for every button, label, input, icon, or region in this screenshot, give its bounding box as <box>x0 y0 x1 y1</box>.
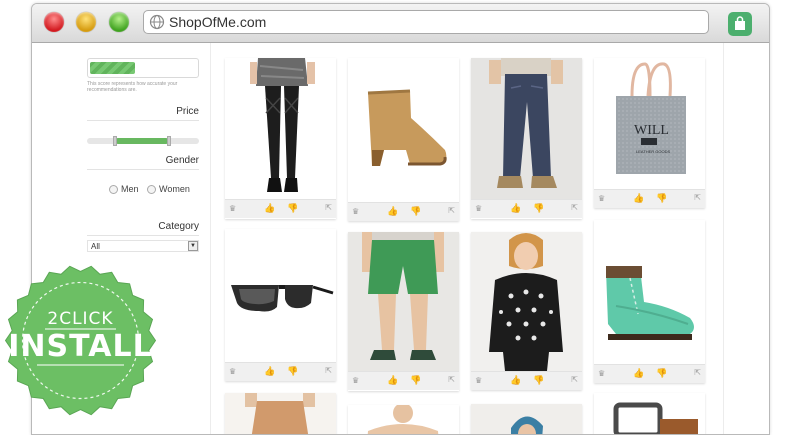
card-action-bar: ♛ 👍 👎 ⇱ <box>471 371 582 390</box>
crown-icon[interactable]: ♛ <box>229 204 236 213</box>
globe-icon <box>149 14 165 30</box>
close-window-button[interactable] <box>44 12 64 32</box>
thumbs-up-icon[interactable]: 👍 <box>264 203 275 214</box>
share-icon[interactable]: ⇱ <box>325 203 332 212</box>
product-image <box>348 405 459 434</box>
crown-icon[interactable]: ♛ <box>352 207 359 216</box>
product-image <box>471 58 582 199</box>
product-card-dark-jeans-man[interactable]: ♛ 👍 👎 ⇱ <box>471 58 582 219</box>
product-card-green-shorts-man[interactable]: ♛ 👍 👎 ⇱ <box>348 232 459 391</box>
product-card-tan-wedge-boots[interactable]: ♛ 👍 👎 ⇱ <box>348 58 459 221</box>
crown-icon[interactable]: ♛ <box>229 367 236 376</box>
card-action-bar: ♛ 👍 👎 ⇱ <box>348 371 459 390</box>
crown-icon[interactable]: ♛ <box>598 369 605 378</box>
crown-icon[interactable]: ♛ <box>598 194 605 203</box>
card-action-bar: ♛ 👍 👎 ⇱ <box>225 362 336 381</box>
product-card-skirt-tights-outfit[interactable]: ♛ 👍 👎 ⇱ <box>225 58 336 219</box>
product-card-grey-tote-bag[interactable]: WILL LEATHER GOODS ♛ 👍 👎 ⇱ <box>594 58 705 208</box>
thumbs-down-icon[interactable]: 👎 <box>287 366 298 377</box>
thumbs-up-icon[interactable]: 👍 <box>633 368 644 379</box>
gender-radio-women[interactable]: Women <box>147 184 190 195</box>
chevron-down-icon: ▼ <box>188 241 198 251</box>
thumbs-down-icon[interactable]: 👎 <box>656 193 667 204</box>
gender-radio-men[interactable]: Men <box>109 184 139 195</box>
thumbs-down-icon[interactable]: 👎 <box>410 206 421 217</box>
thumbs-down-icon[interactable]: 👎 <box>410 375 421 386</box>
share-icon[interactable]: ⇱ <box>325 366 332 375</box>
product-image <box>225 393 336 434</box>
svg-text:WILL: WILL <box>634 123 669 138</box>
product-grid: ♛ 👍 👎 ⇱ ♛ 👍 👎 ⇱ ♛ 👍 👎 ⇱ WILL LEATHER GOO… <box>210 43 724 434</box>
card-action-bar: ♛ 👍 👎 ⇱ <box>594 364 705 383</box>
price-min-handle[interactable] <box>113 136 117 146</box>
thumbs-up-icon[interactable]: 👍 <box>264 366 275 377</box>
shopping-bag-extension-icon[interactable] <box>728 12 752 36</box>
product-image <box>594 220 705 364</box>
card-action-bar: ♛ 👍 👎 ⇱ <box>225 199 336 218</box>
thumbs-up-icon[interactable]: 👍 <box>387 206 398 217</box>
browser-titlebar: ShopOfMe.com <box>32 4 769 43</box>
category-select[interactable]: All ▼ <box>87 240 199 252</box>
product-image <box>225 58 336 199</box>
badge-line1: 2CLICK <box>47 309 114 329</box>
product-image <box>471 232 582 371</box>
share-icon[interactable]: ⇱ <box>571 375 578 384</box>
share-icon[interactable]: ⇱ <box>571 203 578 212</box>
crown-icon[interactable]: ♛ <box>475 376 482 385</box>
address-bar[interactable]: ShopOfMe.com <box>143 10 709 34</box>
minimize-window-button[interactable] <box>76 12 96 32</box>
thumbs-up-icon[interactable]: 👍 <box>510 375 521 386</box>
product-card-black-dotted-sweater[interactable]: ♛ 👍 👎 ⇱ <box>471 232 582 390</box>
product-image <box>348 58 459 202</box>
install-badge[interactable]: 2CLICK INSTALL <box>4 265 157 416</box>
score-note: This score represents how accurate your … <box>87 81 178 93</box>
share-icon[interactable]: ⇱ <box>694 193 701 202</box>
accuracy-score-bar <box>87 58 199 78</box>
product-image <box>348 232 459 371</box>
product-card-partial[interactable] <box>471 404 582 434</box>
thumbs-up-icon[interactable]: 👍 <box>633 193 644 204</box>
zoom-window-button[interactable] <box>109 12 129 32</box>
thumbs-up-icon[interactable]: 👍 <box>387 375 398 386</box>
product-card-black-sunglasses[interactable]: ♛ 👍 👎 ⇱ <box>225 229 336 381</box>
product-card-partial[interactable] <box>225 393 336 434</box>
product-card-partial[interactable] <box>348 405 459 434</box>
thumbs-down-icon[interactable]: 👎 <box>287 203 298 214</box>
card-action-bar: ♛ 👍 👎 ⇱ <box>471 199 582 218</box>
price-max-handle[interactable] <box>167 136 171 146</box>
product-image <box>225 229 336 362</box>
product-image: WILL LEATHER GOODS <box>594 58 705 189</box>
category-heading: Category <box>87 221 199 236</box>
product-image <box>471 404 582 434</box>
price-slider[interactable] <box>87 136 199 146</box>
thumbs-down-icon[interactable]: 👎 <box>533 375 544 386</box>
price-heading: Price <box>87 106 199 121</box>
url-text: ShopOfMe.com <box>169 14 267 30</box>
product-image <box>594 393 705 434</box>
share-icon[interactable]: ⇱ <box>694 368 701 377</box>
thumbs-down-icon[interactable]: 👎 <box>533 203 544 214</box>
product-card-partial[interactable] <box>594 393 705 434</box>
product-card-mint-hiking-boots[interactable]: ♛ 👍 👎 ⇱ <box>594 220 705 383</box>
thumbs-up-icon[interactable]: 👍 <box>510 203 521 214</box>
gender-heading: Gender <box>87 155 199 170</box>
card-action-bar: ♛ 👍 👎 ⇱ <box>348 202 459 221</box>
badge-line2: INSTALL <box>8 329 153 364</box>
crown-icon[interactable]: ♛ <box>352 376 359 385</box>
thumbs-down-icon[interactable]: 👎 <box>656 368 667 379</box>
share-icon[interactable]: ⇱ <box>448 206 455 215</box>
share-icon[interactable]: ⇱ <box>448 375 455 384</box>
crown-icon[interactable]: ♛ <box>475 204 482 213</box>
card-action-bar: ♛ 👍 👎 ⇱ <box>594 189 705 208</box>
svg-text:LEATHER GOODS: LEATHER GOODS <box>636 149 670 154</box>
